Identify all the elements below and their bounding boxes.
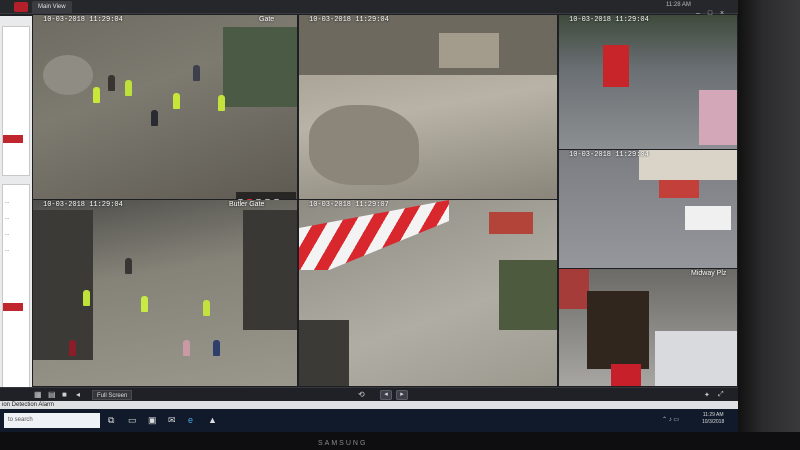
person: [108, 75, 115, 91]
device-list-group[interactable]: [2, 26, 30, 176]
monitor-brand-logo: SAMSUNG: [318, 440, 368, 447]
previous-page-button[interactable]: ◂: [380, 390, 392, 400]
edge-browser-icon[interactable]: e: [188, 415, 193, 426]
person: [193, 65, 200, 81]
monitor-bezel: [738, 0, 800, 450]
stand: [659, 180, 699, 198]
camera-name: Butler Gate: [229, 201, 265, 208]
alarm-text[interactable]: ion Detection Alarm: [2, 401, 54, 409]
stand: [559, 269, 589, 309]
alarm-indicator: [3, 135, 23, 143]
playback-toolbar: ▦ ▤ ■ ◂ Full Screen ⟲ ◂ ▸ ✦ ⤢: [0, 387, 738, 401]
tab-main-view[interactable]: Main View: [32, 1, 72, 13]
arrow-right-icon: ▸: [400, 391, 404, 398]
person: [218, 95, 225, 111]
person: [213, 340, 220, 356]
list-item[interactable]: ...: [5, 199, 9, 205]
camera-timestamp: 10-03-2018 11:29:04: [569, 151, 649, 159]
title-bar: Main View 11:28 AM – □ ×: [0, 0, 738, 17]
screen: Main View 11:28 AM –□× ... ... ... ...: [0, 0, 738, 432]
app-logo-icon: [14, 2, 28, 12]
camera-name: Gate: [259, 16, 275, 23]
monitor: Main View 11:28 AM –□× ... ... ... ...: [0, 0, 800, 450]
camera-feed-5[interactable]: 10-03-2018 11:29:04 Butler Gate: [33, 200, 297, 386]
device-list-group[interactable]: ... ... ... ...: [2, 184, 30, 394]
camera-timestamp: 10-03-2018 11:29:04: [569, 16, 649, 24]
camera-feed-4[interactable]: 10-03-2018 11:29:04: [559, 150, 737, 268]
settings-icon[interactable]: ✦: [704, 391, 710, 399]
camera-feed-2[interactable]: 10-03-2018 11:29:04: [299, 15, 557, 199]
taskbar-search-input[interactable]: to search: [4, 413, 100, 428]
store-icon[interactable]: ▣: [148, 415, 157, 426]
monitor-bezel-bottom: [0, 432, 800, 450]
person: [69, 340, 76, 356]
funnel-cake-sign: [587, 291, 649, 369]
stand: [699, 90, 737, 145]
building: [33, 210, 93, 360]
booth: [603, 45, 629, 87]
taskbar-time: 11:29 AM: [702, 412, 724, 418]
camera-toolbar: [236, 192, 296, 204]
person: [83, 290, 90, 306]
camera-timestamp: 10-03-2018 11:29:04: [43, 16, 123, 24]
sacks: [439, 33, 499, 68]
stand: [611, 364, 641, 386]
rocks: [309, 105, 419, 185]
person: [151, 110, 158, 126]
sync-icon[interactable]: ⟲: [358, 390, 365, 400]
camera-timestamp: 10-03-2018 11:29:07: [309, 201, 389, 209]
tent: [655, 331, 737, 386]
building-roof: [299, 15, 557, 75]
gate: [243, 210, 297, 330]
person: [173, 93, 180, 109]
camera-feed-7[interactable]: Midway Plz: [559, 269, 737, 386]
taskbar-date: 10/3/2018: [702, 419, 725, 425]
taskbar-clock[interactable]: 11:29 AM 10/3/2018: [702, 412, 724, 426]
app-icon[interactable]: ▲: [208, 415, 217, 426]
taskbar: to search ⧉ ▭ ▣ ✉ e ▲ ⌃ ♪ ▭ 11:29 AM 10/…: [0, 409, 738, 432]
building: [639, 150, 737, 180]
trees: [223, 27, 297, 107]
planter: [499, 260, 557, 330]
arrow-left-icon: ◂: [384, 391, 388, 398]
next-page-button[interactable]: ▸: [396, 390, 408, 400]
camera-feed-6[interactable]: 10-03-2018 11:29:07: [299, 200, 557, 386]
tent: [685, 206, 731, 230]
system-tray-icons[interactable]: ⌃ ♪ ▭: [662, 416, 679, 423]
alarm-indicator: [3, 303, 23, 311]
device-list-panel: ... ... ... ...: [0, 16, 32, 401]
camera-name: Midway Plz: [691, 270, 727, 277]
list-item[interactable]: ...: [5, 231, 9, 237]
stop-icon[interactable]: ■: [62, 390, 67, 400]
mail-icon[interactable]: ✉: [168, 415, 176, 426]
person: [141, 296, 148, 312]
camera-timestamp: 10-03-2018 11:29:04: [43, 201, 123, 209]
top-clock: 11:28 AM: [666, 2, 691, 8]
speaker-icon[interactable]: ◂: [76, 390, 80, 400]
alarm-bar: ion Detection Alarm: [0, 401, 738, 409]
fullscreen-button[interactable]: Full Screen: [92, 390, 133, 400]
booth: [299, 320, 349, 386]
grid-icon[interactable]: ▤: [48, 390, 56, 400]
truck: [489, 212, 533, 234]
person: [203, 300, 210, 316]
person: [93, 87, 100, 103]
list-item[interactable]: ...: [5, 215, 9, 221]
person: [125, 258, 132, 274]
camera-timestamp: 10-03-2018 11:29:04: [309, 16, 389, 24]
layout-icon[interactable]: ▦: [34, 390, 42, 400]
fountain: [43, 55, 93, 95]
camera-feed-3[interactable]: 10-03-2018 11:29:04: [559, 15, 737, 149]
striped-tent: [299, 200, 449, 270]
person: [125, 80, 132, 96]
expand-icon[interactable]: ⤢: [718, 391, 724, 399]
list-item[interactable]: ...: [5, 247, 9, 253]
person: [183, 340, 190, 356]
camera-feed-1[interactable]: 10-03-2018 11:29:04 Gate: [33, 15, 297, 199]
folder-icon[interactable]: ▭: [128, 415, 137, 426]
task-view-icon[interactable]: ⧉: [108, 415, 114, 426]
